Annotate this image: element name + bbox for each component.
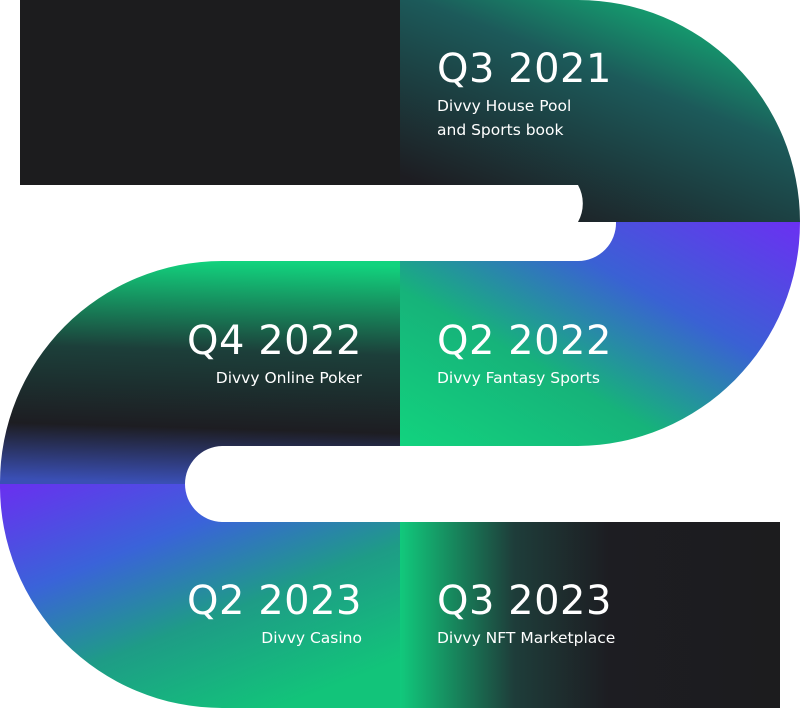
milestone-quarter: Q3 2021	[437, 46, 612, 92]
milestone-desc-line: Divvy NFT Marketplace	[437, 629, 616, 647]
milestone-desc-line: Divvy House Pool	[437, 97, 572, 115]
milestone-q2-2023: Q2 2023 Divvy Casino	[187, 578, 362, 650]
milestone-quarter: Q4 2022	[187, 318, 362, 364]
milestone-desc-line: and Sports book	[437, 121, 564, 139]
segment-top-bar	[20, 0, 400, 185]
milestone-quarter: Q3 2023	[437, 578, 612, 624]
milestone-desc-line: Divvy Casino	[261, 629, 362, 647]
milestone-desc-line: Divvy Online Poker	[215, 369, 362, 387]
milestone-quarter: Q2 2022	[437, 318, 612, 364]
roadmap-graphic	[0, 0, 800, 708]
milestone-quarter: Q2 2023	[187, 578, 362, 624]
milestone-q3-2021: Q3 2021 Divvy House Pool and Sports book	[437, 46, 612, 142]
milestone-q2-2022: Q2 2022 Divvy Fantasy Sports	[437, 318, 612, 390]
milestone-desc-line: Divvy Fantasy Sports	[437, 369, 600, 387]
milestone-q4-2022: Q4 2022 Divvy Online Poker	[187, 318, 362, 390]
milestone-q3-2023: Q3 2023 Divvy NFT Marketplace	[437, 578, 615, 650]
